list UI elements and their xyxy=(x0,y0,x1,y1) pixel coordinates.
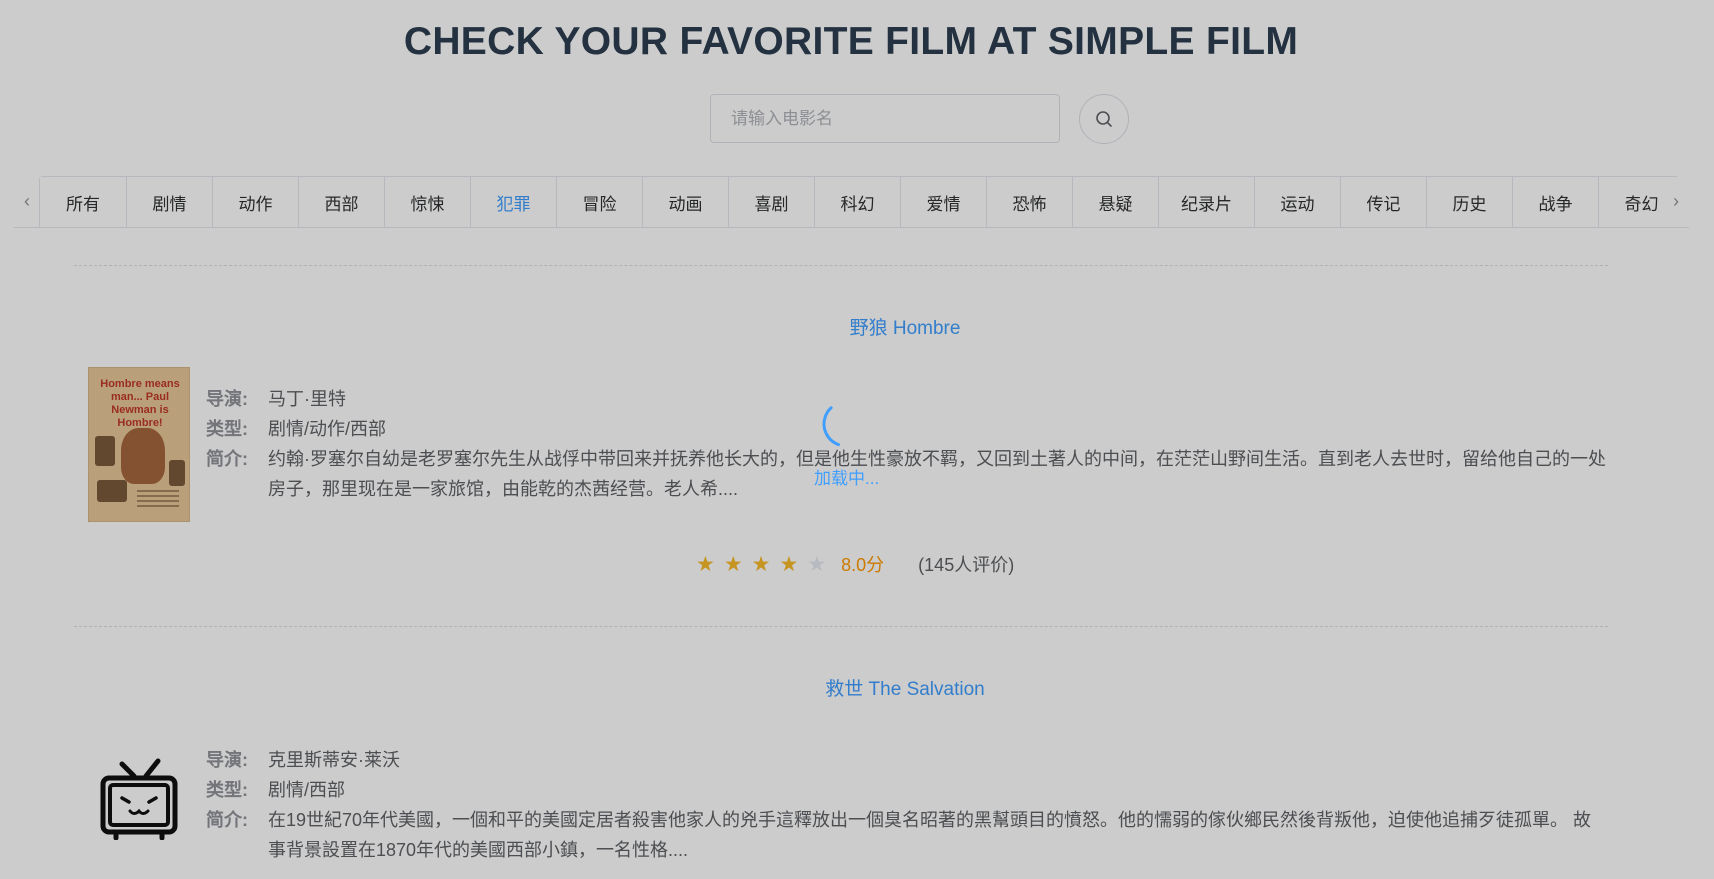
loading-overlay: 加载中... xyxy=(0,0,1714,879)
page: CHECK YOUR FAVORITE FILM AT SIMPLE FILM … xyxy=(0,0,1714,879)
spinner-icon xyxy=(822,400,870,448)
loading-text: 加载中... xyxy=(814,469,880,488)
